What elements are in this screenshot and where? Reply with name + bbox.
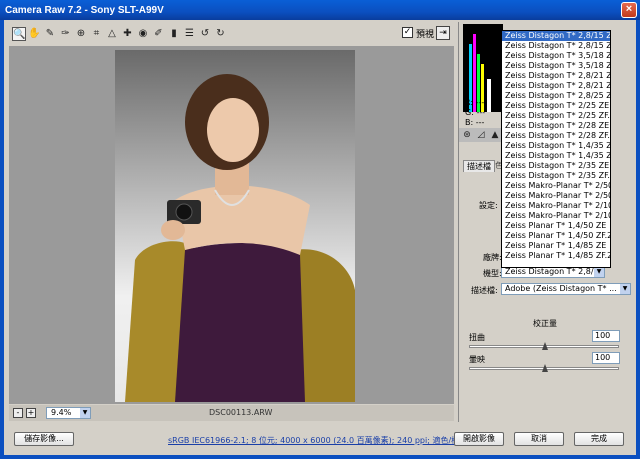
zoom-select[interactable]: 9.4% ▼ bbox=[46, 407, 91, 419]
vignette-label: 暈映 bbox=[469, 355, 485, 364]
portrait-illustration bbox=[125, 74, 355, 402]
lens-model-dropdown-list[interactable]: Zeiss Distagon T* 2,8/15 ZE Zeiss Distago… bbox=[501, 30, 611, 268]
g-readout: G: --- bbox=[465, 108, 486, 117]
lens-model-option[interactable]: Zeiss Distagon T* 2/25 ZE bbox=[502, 101, 610, 111]
zoom-out-button[interactable]: - bbox=[13, 408, 23, 418]
lens-model-option[interactable]: Zeiss Distagon T* 2/28 ZE bbox=[502, 121, 610, 131]
lens-model-option[interactable]: Zeiss Distagon T* 1,4/35 ZE bbox=[502, 141, 610, 151]
lens-model-option[interactable]: Zeiss Distagon T* 2,8/15 ZE bbox=[502, 31, 610, 41]
save-image-button[interactable]: 儲存影像... bbox=[14, 432, 74, 446]
cancel-button[interactable]: 取消 bbox=[514, 432, 564, 446]
profile-value: Adobe (Zeiss Distagon T* ... bbox=[505, 284, 617, 293]
profile-label: 描述檔: bbox=[471, 286, 498, 295]
distortion-slider[interactable] bbox=[469, 342, 619, 350]
red-eye-icon[interactable]: ◉ bbox=[136, 27, 150, 41]
spot-removal-icon[interactable]: ✚ bbox=[121, 27, 135, 41]
title-bar: Camera Raw 7.2 - Sony SLT-A99V × bbox=[0, 0, 640, 20]
target-adjust-icon[interactable]: ⊕ bbox=[74, 27, 88, 41]
chevron-down-icon: ▼ bbox=[594, 267, 604, 277]
bottom-bar: 儲存影像... sRGB IEC61966-2.1; 8 位元; 4000 x … bbox=[4, 428, 636, 455]
chevron-down-icon: ▼ bbox=[620, 284, 630, 294]
panel-tab-strip: ⊛ ◿ ▲ bbox=[459, 128, 503, 142]
open-image-button[interactable]: 開啟影像 bbox=[454, 432, 504, 446]
straighten-icon[interactable]: △ bbox=[105, 27, 119, 41]
lens-model-option[interactable]: Zeiss Planar T* 1,4/85 ZE bbox=[502, 241, 610, 251]
filename-label: DSC00113.ARW bbox=[209, 408, 273, 417]
zoom-value: 9.4% bbox=[51, 408, 72, 417]
lens-model-option[interactable]: Zeiss Distagon T* 2,8/25 ZF.2 bbox=[502, 91, 610, 101]
vignette-input[interactable]: 100 bbox=[592, 352, 620, 364]
vignette-slider-thumb[interactable] bbox=[542, 364, 548, 372]
window-title: Camera Raw 7.2 - Sony SLT-A99V bbox=[5, 4, 164, 16]
window-frame-bottom bbox=[0, 455, 640, 459]
profile-select[interactable]: Adobe (Zeiss Distagon T* ... ▼ bbox=[501, 283, 631, 295]
workflow-options-link[interactable]: sRGB IEC61966-2.1; 8 位元; 4000 x 6000 (24… bbox=[168, 435, 467, 446]
rotate-cw-icon[interactable]: ↻ bbox=[214, 27, 228, 41]
distortion-label: 扭曲 bbox=[469, 333, 485, 342]
lens-model-option[interactable]: Zeiss Distagon T* 2/35 ZE bbox=[502, 161, 610, 171]
lens-model-option[interactable]: Zeiss Distagon T* 2/35 ZF.2 bbox=[502, 171, 610, 181]
graduated-filter-icon[interactable]: ▮ bbox=[167, 27, 181, 41]
lens-model-option[interactable]: Zeiss Makro-Planar T* 2/50 ZF.2 bbox=[502, 191, 610, 201]
correction-amount-title: 校正量 bbox=[533, 319, 557, 328]
photo-preview bbox=[115, 50, 355, 402]
lens-model-option[interactable]: Zeiss Distagon T* 3,5/18 ZF.2 bbox=[502, 61, 610, 71]
model-label: 機型: bbox=[483, 269, 502, 278]
lens-model-option[interactable]: Zeiss Distagon T* 2/25 ZF.2 bbox=[502, 111, 610, 121]
preferences-icon[interactable]: ☰ bbox=[183, 27, 197, 41]
lens-model-option[interactable]: Zeiss Planar T* 1,4/50 ZF.2 bbox=[502, 231, 610, 241]
lens-model-option[interactable]: Zeiss Distagon T* 2,8/21 ZF.2 bbox=[502, 81, 610, 91]
setting-label: 設定: bbox=[479, 201, 498, 210]
distortion-input[interactable]: 100 bbox=[592, 330, 620, 342]
white-balance-icon[interactable]: ✎ bbox=[43, 27, 57, 41]
lens-model-option[interactable]: Zeiss Planar T* 1,4/85 ZF.2 bbox=[502, 251, 610, 261]
lens-model-option[interactable]: Zeiss Distagon T* 2,8/15 ZF.2 bbox=[502, 41, 610, 51]
model-value: Zeiss Distagon T* 2,8/15 ZE bbox=[505, 267, 604, 276]
hand-icon[interactable]: ✋ bbox=[28, 27, 42, 41]
lens-model-option[interactable]: Zeiss Makro-Planar T* 2/50 ZE bbox=[502, 181, 610, 191]
zoom-in-button[interactable]: + bbox=[26, 408, 36, 418]
vignette-slider[interactable] bbox=[469, 364, 619, 372]
r-readout: R: --- bbox=[465, 98, 485, 107]
window-frame-left bbox=[0, 20, 4, 459]
preview-checkbox[interactable]: ✓ bbox=[402, 27, 413, 38]
chevron-down-icon: ▼ bbox=[80, 408, 90, 418]
close-button[interactable]: × bbox=[621, 2, 637, 18]
rotate-ccw-icon[interactable]: ↺ bbox=[198, 27, 212, 41]
basic-tab-icon[interactable]: ⊛ bbox=[461, 129, 473, 141]
crop-icon[interactable]: ⌗ bbox=[90, 27, 104, 41]
zoom-icon[interactable]: 🔍 bbox=[12, 27, 26, 41]
preview-label: 預視 bbox=[416, 30, 435, 40]
lens-model-option[interactable]: Zeiss Distagon T* 2,8/21 ZE bbox=[502, 71, 610, 81]
fullscreen-icon[interactable]: ⇥ bbox=[436, 26, 450, 40]
lens-model-option[interactable]: Zeiss Distagon T* 3,5/18 ZE bbox=[502, 51, 610, 61]
window-frame-right bbox=[636, 20, 640, 459]
adjustment-brush-icon[interactable]: ✐ bbox=[152, 27, 166, 41]
color-sampler-icon[interactable]: ✑ bbox=[59, 27, 73, 41]
detail-tab-icon[interactable]: ▲ bbox=[489, 129, 501, 141]
lens-model-option[interactable]: Zeiss Makro-Planar T* 2/100 ZE bbox=[502, 201, 610, 211]
b-readout: B: --- bbox=[465, 118, 485, 127]
canvas-status-bar: - + 9.4% ▼ DSC00113.ARW bbox=[9, 405, 454, 421]
tab-profile[interactable]: 描述檔 bbox=[463, 160, 495, 172]
lens-model-option[interactable]: Zeiss Distagon T* 2/28 ZF.2 bbox=[502, 131, 610, 141]
distortion-slider-thumb[interactable] bbox=[542, 342, 548, 350]
lens-model-option[interactable]: Zeiss Makro-Planar T* 2/100 ZF.2 bbox=[502, 211, 610, 221]
image-canvas[interactable] bbox=[9, 46, 454, 404]
toolbar: 🔍 ✋ ✎ ✑ ⊕ ⌗ △ ✚ ◉ ✐ ▮ ☰ ↺ ↻ ✓ 預視 ⇥ bbox=[4, 22, 456, 46]
tone-curve-tab-icon[interactable]: ◿ bbox=[475, 129, 487, 141]
make-label: 廠牌: bbox=[483, 253, 502, 262]
done-button[interactable]: 完成 bbox=[574, 432, 624, 446]
lens-model-option[interactable]: Zeiss Planar T* 1,4/50 ZE bbox=[502, 221, 610, 231]
lens-model-option[interactable]: Zeiss Distagon T* 1,4/35 ZF.2 bbox=[502, 151, 610, 161]
